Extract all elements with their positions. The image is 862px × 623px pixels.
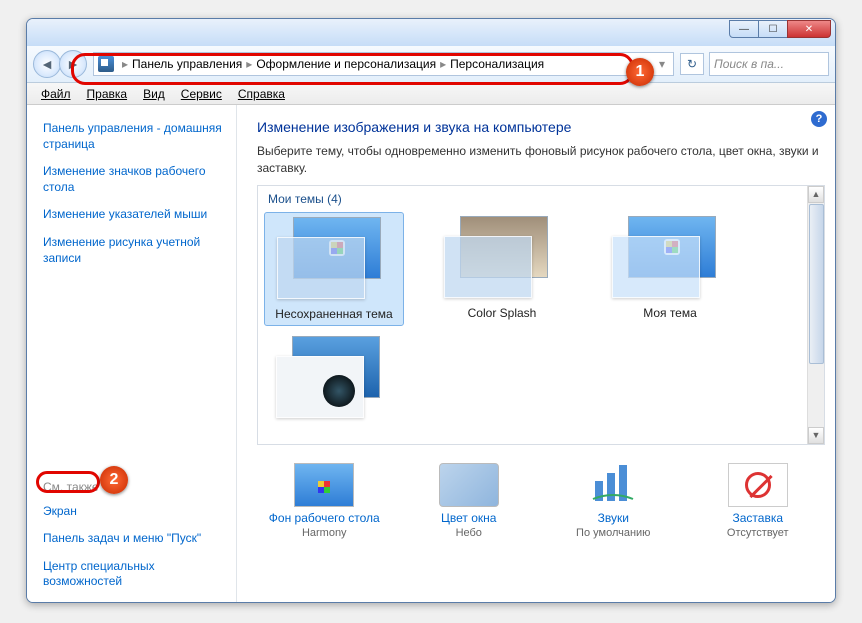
nav-forward-button[interactable]: ►: [59, 50, 87, 78]
sidebar-link-taskbar[interactable]: Панель задач и меню "Пуск": [43, 531, 230, 547]
see-also-label: См. также: [43, 480, 230, 494]
desktop-background-button[interactable]: Фон рабочего стола Harmony: [257, 463, 392, 539]
bottom-sub: Отсутствует: [691, 527, 826, 539]
screensaver-icon: [728, 463, 788, 507]
menu-help[interactable]: Справка: [230, 87, 293, 101]
breadcrumb-item-2[interactable]: Персонализация: [450, 57, 544, 71]
breadcrumb-item-0[interactable]: Панель управления: [132, 57, 242, 71]
theme-label: Моя тема: [604, 306, 736, 320]
sound-icon: [583, 463, 643, 507]
menubar: Файл Правка Вид Сервис Справка: [27, 83, 835, 105]
screensaver-button[interactable]: Заставка Отсутствует: [691, 463, 826, 539]
sidebar-home-link[interactable]: Панель управления - домашняя страница: [43, 121, 230, 152]
close-button[interactable]: ✕: [787, 20, 831, 38]
minimize-button[interactable]: —: [729, 20, 759, 38]
navbar: ◄ ► ▸ Панель управления ▸ Оформление и п…: [27, 46, 835, 83]
scroll-up-button[interactable]: ▲: [808, 186, 824, 203]
theme-thumb: [604, 216, 736, 302]
spacer: [43, 272, 230, 461]
maximize-button[interactable]: ☐: [758, 20, 788, 38]
breadcrumb-item-1[interactable]: Оформление и персонализация: [256, 57, 436, 71]
wallpaper-icon: [294, 463, 354, 507]
scrollbar[interactable]: ▲ ▼: [807, 186, 824, 444]
theme-color-splash[interactable]: Color Splash: [432, 212, 572, 326]
bottom-label: Фон рабочего стола: [257, 511, 392, 525]
color-icon: [439, 463, 499, 507]
window-color-button[interactable]: Цвет окна Небо: [402, 463, 537, 539]
sidebar-link-icons[interactable]: Изменение значков рабочего стола: [43, 164, 230, 195]
themes-header: Мои темы (4): [258, 186, 824, 212]
sidebar-link-ease[interactable]: Центр специальных возможностей: [43, 559, 230, 590]
left-pane: Панель управления - домашняя страница Из…: [27, 105, 237, 602]
theme-grid: Несохраненная тема Color Splash Моя тема: [258, 212, 824, 430]
main-pane: ? Изменение изображения и звука на компь…: [237, 105, 835, 602]
menu-view[interactable]: Вид: [135, 87, 173, 101]
theme-extra[interactable]: [264, 332, 404, 430]
page-title: Изменение изображения и звука на компьют…: [257, 119, 825, 135]
chevron-right-icon: ▸: [436, 57, 450, 71]
bottom-row: Фон рабочего стола Harmony Цвет окна Неб…: [257, 463, 825, 539]
bottom-sub: Harmony: [257, 527, 392, 539]
control-panel-icon: [98, 56, 114, 72]
bottom-sub: Небо: [402, 527, 537, 539]
window: — ☐ ✕ ◄ ► ▸ Панель управления ▸ Оформлен…: [26, 18, 836, 603]
theme-label: Color Splash: [436, 306, 568, 320]
chevron-right-icon: ▸: [118, 57, 132, 71]
page-description: Выберите тему, чтобы одновременно измени…: [257, 143, 825, 177]
themes-area: Мои темы (4) Несохраненная тема Color Sp…: [257, 185, 825, 445]
scroll-down-button[interactable]: ▼: [808, 427, 824, 444]
window-controls: — ☐ ✕: [730, 20, 831, 38]
scroll-thumb[interactable]: [809, 204, 824, 364]
sidebar-link-pointers[interactable]: Изменение указателей мыши: [43, 207, 230, 223]
help-icon[interactable]: ?: [811, 111, 827, 127]
breadcrumb[interactable]: ▸ Панель управления ▸ Оформление и персо…: [93, 52, 674, 76]
menu-file[interactable]: Файл: [33, 87, 79, 101]
menu-edit[interactable]: Правка: [79, 87, 136, 101]
theme-label: Несохраненная тема: [269, 307, 399, 321]
search-input[interactable]: Поиск в па...: [709, 52, 829, 76]
theme-thumb: [269, 217, 399, 303]
titlebar: — ☐ ✕: [27, 19, 835, 46]
body: Панель управления - домашняя страница Из…: [27, 105, 835, 602]
annotation-badge-1: 1: [626, 58, 654, 86]
chevron-right-icon: ▸: [242, 57, 256, 71]
nav-back-button[interactable]: ◄: [33, 50, 61, 78]
bottom-label: Заставка: [691, 511, 826, 525]
bottom-sub: По умолчанию: [546, 527, 681, 539]
sounds-button[interactable]: Звуки По умолчанию: [546, 463, 681, 539]
refresh-button[interactable]: ↻: [680, 53, 704, 75]
theme-my-theme[interactable]: Моя тема: [600, 212, 740, 326]
theme-thumb: [268, 336, 400, 422]
chevron-down-icon[interactable]: ▾: [655, 57, 669, 71]
bottom-label: Звуки: [546, 511, 681, 525]
menu-tools[interactable]: Сервис: [173, 87, 230, 101]
theme-unsaved[interactable]: Несохраненная тема: [264, 212, 404, 326]
annotation-badge-2: 2: [100, 466, 128, 494]
bottom-label: Цвет окна: [402, 511, 537, 525]
sidebar-link-account-pic[interactable]: Изменение рисунка учетной записи: [43, 235, 230, 266]
sidebar-link-screen[interactable]: Экран: [43, 504, 230, 520]
theme-thumb: [436, 216, 568, 302]
